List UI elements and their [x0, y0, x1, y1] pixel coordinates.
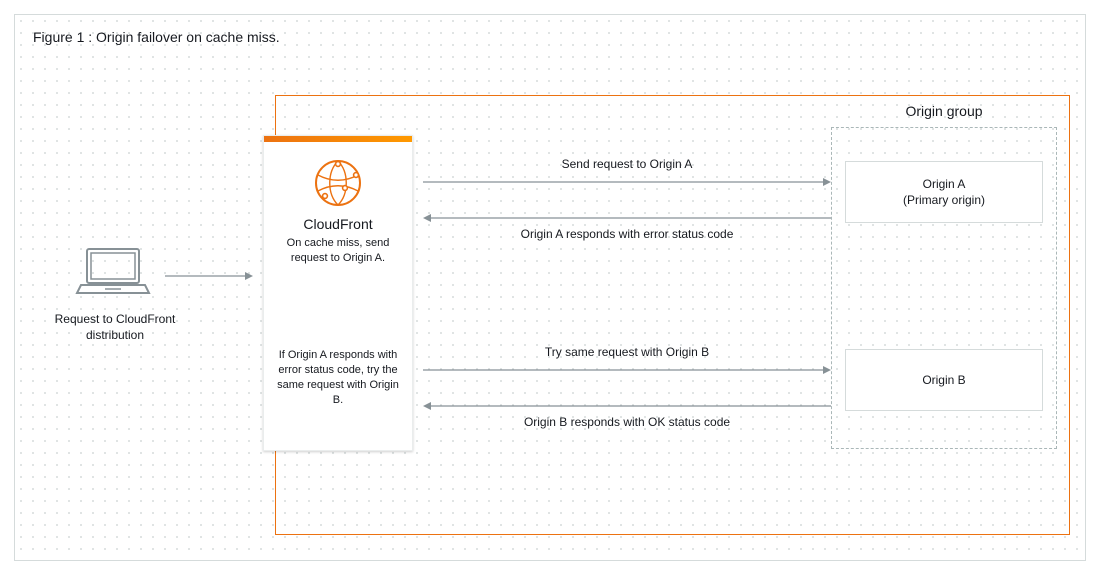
arrow-label-from-origin-a: Origin A responds with error status code — [423, 227, 831, 241]
diagram-canvas: Figure 1 : Origin failover on cache miss… — [14, 14, 1086, 561]
arrow-client-to-cloudfront — [165, 269, 253, 281]
cloudfront-card: CloudFront On cache miss, send request t… — [263, 135, 413, 451]
cloudfront-subtitle-1: On cache miss, send request to Origin A. — [276, 236, 400, 266]
arrow-from-origin-a — [423, 211, 831, 225]
origin-b-name: Origin B — [922, 372, 965, 388]
arrow-label-from-origin-b: Origin B responds with OK status code — [423, 415, 831, 429]
origin-a-role: (Primary origin) — [903, 192, 985, 208]
laptop-icon — [75, 245, 151, 297]
client-label: Request to CloudFront distribution — [45, 311, 185, 343]
origin-group-title: Origin group — [831, 103, 1057, 119]
cloudfront-subtitle-2: If Origin A responds with error status c… — [276, 348, 400, 407]
arrow-to-origin-b — [423, 363, 831, 377]
arrow-label-to-origin-b: Try same request with Origin B — [423, 345, 831, 359]
origin-a-name: Origin A — [903, 176, 985, 192]
arrow-from-origin-b — [423, 399, 831, 413]
origin-a-box: Origin A (Primary origin) — [845, 161, 1043, 223]
arrow-to-origin-a — [423, 175, 831, 189]
origin-b-box: Origin B — [845, 349, 1043, 411]
cloudfront-icon — [264, 158, 412, 208]
figure-title: Figure 1 : Origin failover on cache miss… — [33, 29, 280, 45]
cloudfront-title: CloudFront — [264, 216, 412, 232]
arrow-label-to-origin-a: Send request to Origin A — [423, 157, 831, 171]
